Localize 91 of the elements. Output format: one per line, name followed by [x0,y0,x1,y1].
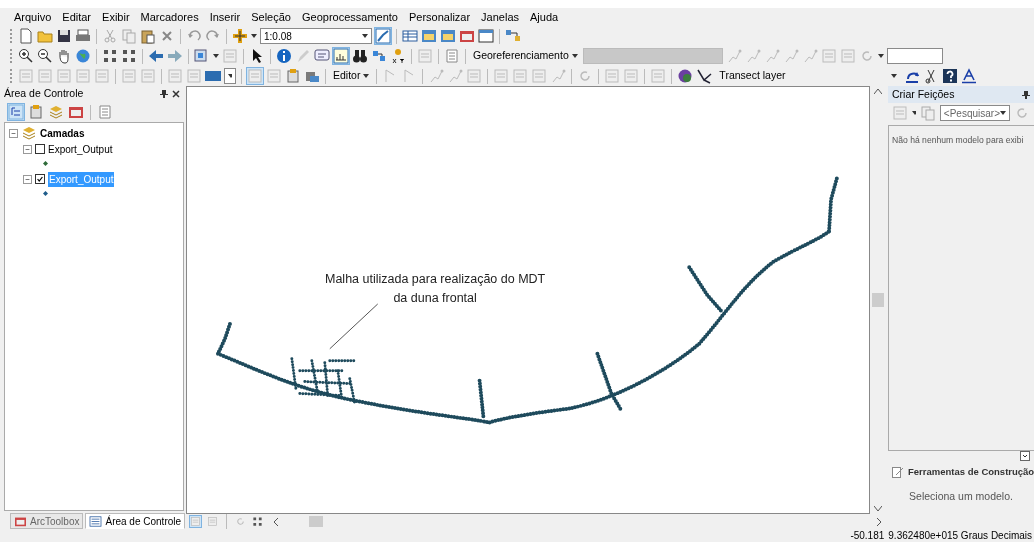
menu-item[interactable]: Ajuda [530,8,559,26]
transect-icon[interactable] [696,68,713,84]
pin-icon[interactable] [1022,90,1030,99]
scroll-right-icon[interactable] [876,517,882,526]
hint-text: Seleciona um modelo. [909,490,1013,502]
pin-icon[interactable] [160,90,168,98]
menu-item[interactable]: Marcadores [140,8,199,26]
map-canvas[interactable]: Malha utilizada para realização do MDT da duna frontal [186,86,870,514]
empty-message: Não há nenhum modelo para exibi [892,135,1024,145]
list-icon[interactable] [444,48,460,64]
globe-icon[interactable] [677,68,694,84]
menu-item[interactable]: Geoprocessamento [301,8,398,26]
menu-item[interactable]: Arquivo [14,8,52,26]
command-window-icon[interactable] [478,28,494,44]
caret-icon[interactable] [362,34,368,38]
scroll-down-icon[interactable] [874,506,882,512]
menu-item[interactable]: Exibir [102,8,130,26]
caret-icon[interactable] [912,111,916,115]
zoom-dropdown[interactable] [224,68,236,84]
new-document-icon[interactable] [18,28,34,44]
construction-tools-icon [892,466,904,478]
toolbox-icon[interactable] [68,104,84,120]
caret-icon[interactable] [891,74,898,78]
menu-item[interactable]: Personalizar [408,8,471,26]
layer-group-name[interactable]: Camadas [40,125,85,141]
collapse-icon[interactable] [1020,451,1030,461]
panel-tab[interactable]: Área de Controle [85,513,186,529]
checkbox[interactable] [35,144,45,154]
window-icon[interactable] [440,28,456,44]
coordinate-x: -50.181 [850,529,885,542]
layer-dropdown[interactable]: Transect layer [715,68,902,84]
info-icon[interactable] [276,48,292,64]
list-icon[interactable] [97,104,113,120]
layer-name[interactable]: Export_Output [48,141,113,157]
menu-item[interactable]: Janelas [481,8,520,26]
scrollbar-thumb[interactable] [309,516,323,527]
leader-line [329,303,379,350]
color-swatch-icon[interactable] [205,68,221,84]
font-icon[interactable] [961,68,978,84]
caret-icon[interactable] [363,74,370,79]
table-icon[interactable] [402,28,418,44]
caret-icon[interactable] [228,74,232,78]
toolbox-icon[interactable] [459,28,475,44]
zoom-out-icon[interactable] [37,48,53,64]
panel-title: Criar Feições [892,86,955,102]
editor-toolbar-icon[interactable] [375,28,391,44]
help-icon[interactable] [942,68,959,84]
caret-icon[interactable] [877,54,884,58]
caret-icon[interactable] [251,34,257,38]
add-data-icon[interactable] [232,28,248,44]
pan-icon[interactable] [56,48,72,64]
save-icon[interactable] [56,28,72,44]
layers-icon[interactable] [48,104,64,120]
caret-icon[interactable] [1000,111,1006,115]
menu-item[interactable]: Inserir [209,8,241,26]
menu-item[interactable]: Seleção [251,8,291,26]
paste-icon[interactable] [140,28,156,44]
back-arrow-icon[interactable] [148,48,164,64]
section-title: Ferramentas de Construção [908,464,1034,479]
print-icon[interactable] [75,28,91,44]
close-icon[interactable] [172,90,180,98]
chart-icon[interactable] [333,48,349,64]
scroll-left-icon[interactable] [273,517,279,526]
menu-item[interactable]: Editar [62,8,92,26]
caret-icon[interactable] [213,54,219,58]
model-builder-icon[interactable] [505,28,521,44]
map-annotation: Malha utilizada para realização do MDT da duna frontal [325,271,546,307]
search-field[interactable]: <Pesquisar> [939,105,1010,121]
coordinate-y: 9.362480e+015 Graus Decimais [888,529,1032,542]
zoom-in-icon[interactable] [18,48,34,64]
checkbox[interactable] [35,174,45,184]
rotate-icon[interactable] [1014,105,1030,121]
input-field[interactable] [886,48,943,64]
panel-tab[interactable]: ArcToolbox [10,513,84,529]
xy-icon[interactable] [390,48,406,64]
list-icon [89,515,103,527]
editor-menu[interactable]: Editor [331,68,372,84]
window-icon[interactable] [421,28,437,44]
caret-icon[interactable] [571,54,578,59]
scale-field[interactable]: 1:0.08 [260,28,372,44]
scrollbar-thumb[interactable] [872,293,884,307]
forward-arrow-icon[interactable] [167,48,183,64]
binoculars-icon[interactable] [352,48,368,64]
panel-title: Área de Controle [4,86,84,102]
drawing-icon[interactable] [28,104,44,120]
scroll-up-icon[interactable] [874,88,882,94]
speech-bubble-icon[interactable] [314,48,330,64]
undo-icon[interactable] [186,28,202,44]
toolbox-icon [14,515,27,527]
georeferencing-menu[interactable]: Georeferenciamento [471,48,580,64]
redo-icon[interactable] [205,28,221,44]
